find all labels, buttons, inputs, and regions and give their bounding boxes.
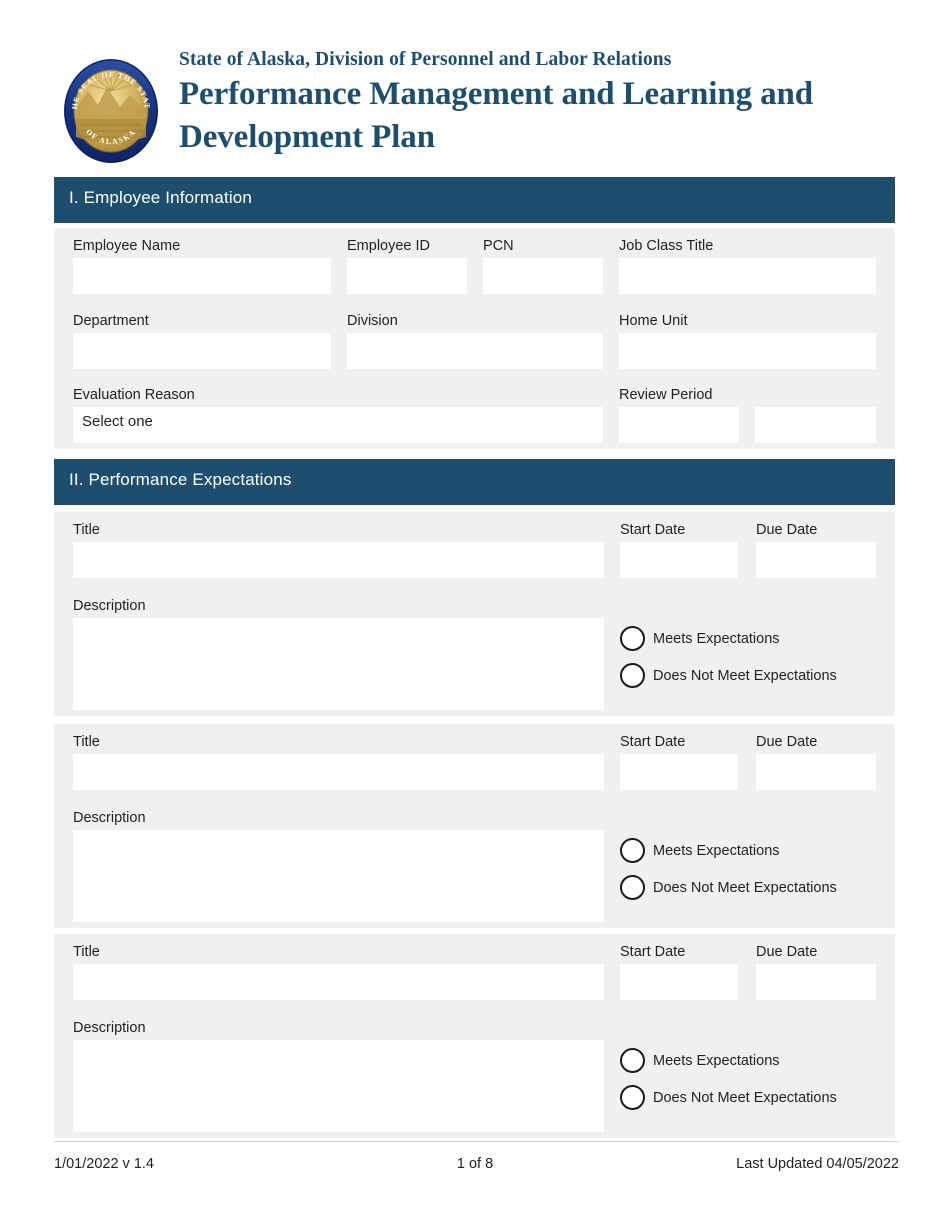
organization-line: State of Alaska, Division of Personnel a…: [179, 49, 672, 70]
footer-last-updated: Last Updated 04/05/2022: [736, 1156, 899, 1172]
label-expectation-title: Title: [73, 734, 100, 750]
expectation-title-input[interactable]: [73, 964, 604, 1000]
radio-does-not-meet-expectations-icon[interactable]: [620, 1085, 645, 1110]
expectation-due-date-input[interactable]: [756, 542, 876, 578]
rating-label-does-not-meet-expectations: Does Not Meet Expectations: [653, 667, 837, 684]
division-input[interactable]: [347, 333, 603, 369]
expectation-due-date-input[interactable]: [756, 964, 876, 1000]
footer-divider: [54, 1141, 899, 1142]
label-due-date: Due Date: [756, 734, 818, 750]
rating-option-does-not-meet-expectations[interactable]: Does Not Meet Expectations: [620, 1085, 837, 1110]
label-home-unit: Home Unit: [619, 313, 688, 329]
alaska-state-seal-icon: THE SEAL OF THE STATE OF ALASKA: [57, 57, 165, 165]
document-header: THE SEAL OF THE STATE OF ALASKA State of…: [0, 0, 950, 172]
label-expectation-description: Description: [73, 598, 146, 614]
rating-label-meets-expectations: Meets Expectations: [653, 1052, 780, 1069]
rating-label-does-not-meet-expectations: Does Not Meet Expectations: [653, 1089, 837, 1106]
page-title-line-2: Development Plan: [179, 118, 435, 155]
label-due-date: Due Date: [756, 944, 818, 960]
label-employee-name: Employee Name: [73, 238, 181, 254]
label-expectation-description: Description: [73, 1020, 146, 1036]
radio-meets-expectations-icon[interactable]: [620, 1048, 645, 1073]
label-start-date: Start Date: [620, 734, 686, 750]
expectation-description-textarea[interactable]: [73, 618, 604, 710]
rating-label-meets-expectations: Meets Expectations: [653, 842, 780, 859]
page-title: Performance Management and Learning and …: [179, 73, 919, 157]
employee-information-panel: Employee Name Employee ID PCN Job Class …: [54, 228, 895, 449]
rating-option-meets-expectations[interactable]: Meets Expectations: [620, 626, 780, 651]
section-title-employee-information: I. Employee Information: [69, 188, 252, 207]
label-start-date: Start Date: [620, 944, 686, 960]
rating-option-does-not-meet-expectations[interactable]: Does Not Meet Expectations: [620, 875, 837, 900]
rating-option-does-not-meet-expectations[interactable]: Does Not Meet Expectations: [620, 663, 837, 688]
review-period-to-input[interactable]: [755, 407, 876, 443]
radio-does-not-meet-expectations-icon[interactable]: [620, 663, 645, 688]
section-title-performance-expectations: II. Performance Expectations: [69, 470, 292, 489]
expectation-title-input[interactable]: [73, 542, 604, 578]
review-period-from-input[interactable]: [619, 407, 739, 443]
rating-label-does-not-meet-expectations: Does Not Meet Expectations: [653, 879, 837, 896]
expectation-title-input[interactable]: [73, 754, 604, 790]
label-expectation-description: Description: [73, 810, 146, 826]
radio-does-not-meet-expectations-icon[interactable]: [620, 875, 645, 900]
document-footer: 1/01/2022 v 1.4 1 of 8 Last Updated 04/0…: [0, 1152, 950, 1182]
expectation-description-textarea[interactable]: [73, 1040, 604, 1132]
section-header-performance-expectations: II. Performance Expectations: [54, 459, 895, 505]
pcn-input[interactable]: [483, 258, 603, 294]
label-due-date: Due Date: [756, 522, 818, 538]
label-review-period: Review Period: [619, 387, 713, 403]
expectation-start-date-input[interactable]: [620, 964, 738, 1000]
expectation-description-textarea[interactable]: [73, 830, 604, 922]
label-expectation-title: Title: [73, 944, 100, 960]
rating-label-meets-expectations: Meets Expectations: [653, 630, 780, 647]
evaluation-reason-select[interactable]: Select one: [73, 407, 603, 443]
expectation-start-date-input[interactable]: [620, 754, 738, 790]
label-division: Division: [347, 313, 398, 329]
page-title-line-1: Performance Management and Learning and: [179, 76, 814, 113]
label-evaluation-reason: Evaluation Reason: [73, 387, 195, 403]
radio-meets-expectations-icon[interactable]: [620, 838, 645, 863]
expectation-due-date-input[interactable]: [756, 754, 876, 790]
department-input[interactable]: [73, 333, 331, 369]
label-expectation-title: Title: [73, 522, 100, 538]
performance-expectation-block: Title Start Date Due Date Description Me…: [54, 512, 895, 716]
home-unit-input[interactable]: [619, 333, 876, 369]
rating-option-meets-expectations[interactable]: Meets Expectations: [620, 838, 780, 863]
job-class-title-input[interactable]: [619, 258, 876, 294]
label-job-class-title: Job Class Title: [619, 238, 714, 254]
performance-expectation-block: Title Start Date Due Date Description Me…: [54, 724, 895, 928]
label-start-date: Start Date: [620, 522, 686, 538]
label-employee-id: Employee ID: [347, 238, 431, 254]
label-pcn: PCN: [483, 238, 514, 254]
radio-meets-expectations-icon[interactable]: [620, 626, 645, 651]
header-text-block: State of Alaska, Division of Personnel a…: [179, 49, 919, 158]
rating-option-meets-expectations[interactable]: Meets Expectations: [620, 1048, 780, 1073]
performance-expectation-block: Title Start Date Due Date Description Me…: [54, 934, 895, 1138]
expectation-start-date-input[interactable]: [620, 542, 738, 578]
label-department: Department: [73, 313, 149, 329]
employee-name-input[interactable]: [73, 258, 331, 294]
section-header-employee-information: I. Employee Information: [54, 177, 895, 223]
employee-id-input[interactable]: [347, 258, 467, 294]
